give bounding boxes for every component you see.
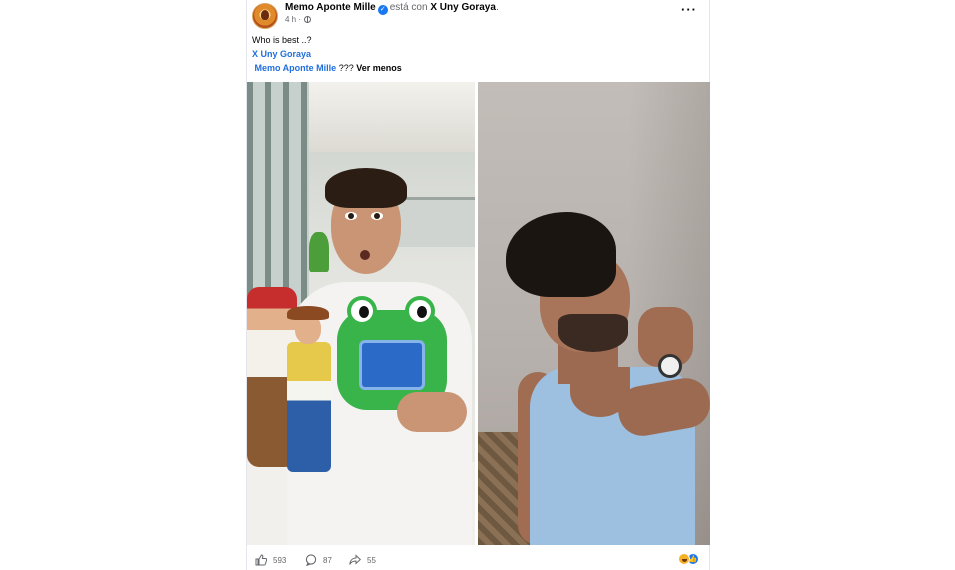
caption-line-3: Memo Aponte Mille ??? Ver menos [252, 61, 402, 75]
frog-eye-right [405, 296, 435, 326]
like-count-value: 593 [273, 555, 287, 565]
post-card: Memo Aponte Mille ✓ está con X Uny Goraya.… [246, 0, 710, 570]
caption-question-marks: ??? [338, 63, 354, 73]
photo-left[interactable] [247, 82, 475, 545]
man-eye-left [345, 212, 357, 220]
beard [558, 314, 628, 352]
post-footer: 593 87 55 👍 [247, 548, 709, 570]
author-name[interactable]: Memo Aponte Mille [285, 2, 376, 13]
share-count[interactable]: 55 [349, 554, 376, 566]
verified-icon: ✓ [377, 5, 388, 15]
post-meta: 4 h · [285, 15, 312, 25]
photo-ceiling [309, 82, 475, 152]
post-header: Memo Aponte Mille ✓ está con X Uny Goraya.… [247, 0, 709, 30]
photo-window [247, 82, 309, 322]
photo-balcony [397, 197, 475, 247]
tagged-suffix: . [495, 2, 499, 13]
woody-toy-hat [287, 306, 329, 320]
tagged-name[interactable]: X Uny Goraya [430, 2, 496, 13]
comment-count[interactable]: 87 [305, 554, 332, 566]
share-icon [349, 554, 361, 565]
frog-screen [359, 340, 425, 390]
reactions-summary[interactable]: 👍 [678, 553, 699, 565]
author-avatar[interactable] [252, 3, 278, 29]
frog-eye-left [347, 296, 377, 326]
woody-toy-body [287, 342, 331, 472]
author-line: Memo Aponte Mille ✓ está con X Uny Goraya. [285, 2, 499, 15]
with-text: está con [389, 2, 428, 13]
wristwatch [658, 354, 682, 378]
man-hair [325, 168, 407, 208]
man-hand [397, 392, 467, 432]
comment-count-value: 87 [323, 555, 332, 565]
globe-icon [304, 16, 312, 23]
like-count[interactable]: 593 [255, 554, 286, 566]
meta-separator: · [298, 15, 302, 24]
man-mouth [360, 250, 370, 260]
see-less-link[interactable]: Ver menos [356, 63, 402, 73]
share-count-value: 55 [367, 555, 376, 565]
like-icon [255, 554, 267, 566]
haha-reaction-icon [678, 553, 690, 565]
caption-line-2: X Uny Goraya [252, 47, 402, 61]
photo-plant [309, 232, 329, 272]
photo-right[interactable] [478, 82, 710, 545]
more-options-button[interactable]: ··· [681, 3, 697, 16]
post-caption: Who is best ..? X Uny Goraya Memo Aponte… [252, 33, 402, 75]
mention-memo-aponte-mille[interactable]: Memo Aponte Mille [255, 63, 337, 73]
man-eye-right [371, 212, 383, 220]
hair [506, 212, 616, 297]
mention-x-uny-goraya[interactable]: X Uny Goraya [252, 49, 311, 59]
post-time[interactable]: 4 h [285, 15, 296, 24]
caption-line-1: Who is best ..? [252, 35, 312, 45]
comment-icon [305, 554, 317, 566]
